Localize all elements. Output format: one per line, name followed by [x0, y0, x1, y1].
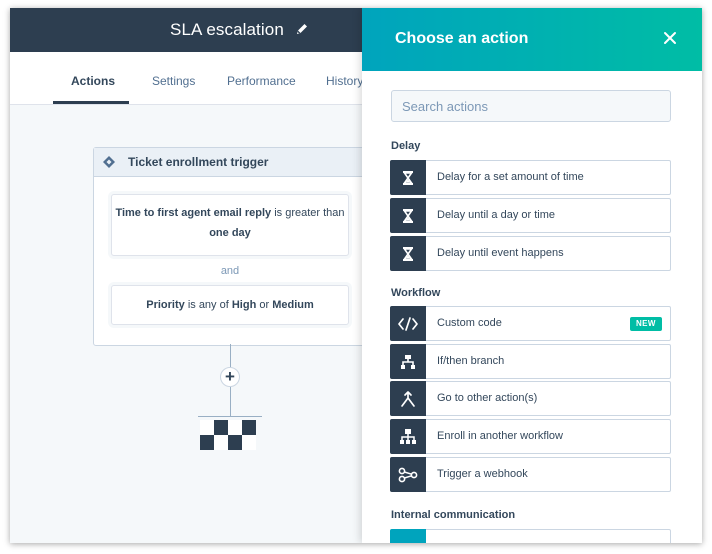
active-tab-indicator: [53, 101, 129, 104]
end-divider: [198, 416, 262, 417]
close-icon[interactable]: [662, 30, 678, 46]
action-delay-set-time[interactable]: Delay for a set amount of time: [390, 160, 671, 195]
search-actions-input[interactable]: [391, 90, 671, 122]
action-label: Custom code: [437, 317, 502, 329]
section-heading-workflow: Workflow: [391, 287, 441, 299]
panel-header: Choose an action: [362, 8, 702, 71]
action-enroll-another-workflow[interactable]: Enroll in another workflow: [390, 419, 671, 454]
condition-value: Medium: [272, 299, 314, 311]
action-label: Go to other action(s): [437, 392, 538, 404]
condition-joiner: and: [220, 265, 240, 277]
new-badge: NEW: [630, 317, 662, 331]
action-label: Delay for a set amount of time: [437, 171, 584, 183]
condition-operator: is any of: [187, 299, 229, 311]
condition-property: Time to first agent email reply: [115, 207, 272, 219]
section-heading-delay: Delay: [391, 140, 421, 152]
tab-actions[interactable]: Actions: [71, 74, 115, 88]
action-go-to-other-actions[interactable]: Go to other action(s): [390, 381, 671, 416]
add-action-button[interactable]: +: [220, 367, 240, 387]
condition-connector: or: [259, 299, 270, 311]
workflow-tabs: Actions Settings Performance History: [10, 52, 363, 105]
action-label: Trigger a webhook: [437, 468, 528, 480]
action-internal-communication-partial[interactable]: [390, 529, 671, 543]
connector-line: [230, 344, 231, 367]
notification-icon: [390, 529, 426, 543]
hourglass-icon: [390, 236, 426, 271]
connector-line: [230, 387, 231, 416]
action-delay-until-event[interactable]: Delay until event happens: [390, 236, 671, 271]
workflow-icon: [390, 419, 426, 454]
condition-property: Priority: [146, 299, 185, 311]
goto-icon: [390, 381, 426, 416]
trigger-title: Ticket enrollment trigger: [128, 155, 269, 169]
hourglass-icon: [390, 160, 426, 195]
trigger-condition-2[interactable]: Priority is any of High or Medium: [111, 285, 349, 325]
choose-action-panel: Choose an action Delay Delay for a set a…: [362, 8, 702, 543]
tab-performance[interactable]: Performance: [227, 74, 296, 88]
action-delay-until-day[interactable]: Delay until a day or time: [390, 198, 671, 233]
tab-settings[interactable]: Settings: [152, 74, 195, 88]
trigger-condition-1[interactable]: Time to first agent email reply is great…: [111, 194, 349, 256]
enrollment-trigger-card[interactable]: Ticket enrollment trigger Time to first …: [93, 147, 367, 346]
branch-icon: [390, 344, 426, 379]
action-label: If/then branch: [437, 355, 505, 367]
hourglass-icon: [390, 198, 426, 233]
code-icon: [390, 306, 426, 341]
workflow-header: SLA escalation: [10, 8, 362, 52]
tab-history[interactable]: History: [326, 74, 363, 88]
action-trigger-webhook[interactable]: Trigger a webhook: [390, 457, 671, 492]
ticket-icon: [103, 156, 115, 168]
condition-operator: is greater than: [274, 207, 345, 219]
condition-value: High: [231, 299, 257, 311]
trigger-header: Ticket enrollment trigger: [94, 148, 366, 177]
workflow-title: SLA escalation: [170, 20, 284, 39]
action-label: Delay until event happens: [437, 247, 564, 259]
action-label: Enroll in another workflow: [437, 430, 563, 442]
section-heading-internal-communication: Internal communication: [391, 509, 516, 521]
action-if-then-branch[interactable]: If/then branch: [390, 344, 671, 379]
pencil-icon[interactable]: [295, 22, 309, 36]
webhook-icon: [390, 457, 426, 492]
panel-title: Choose an action: [395, 30, 529, 47]
action-custom-code[interactable]: Custom code NEW: [390, 306, 671, 341]
app-window: SLA escalation Actions Settings Performa…: [10, 8, 702, 543]
finish-flag-icon: [200, 420, 256, 450]
action-label: Delay until a day or time: [437, 209, 555, 221]
condition-value: one day: [209, 227, 251, 239]
